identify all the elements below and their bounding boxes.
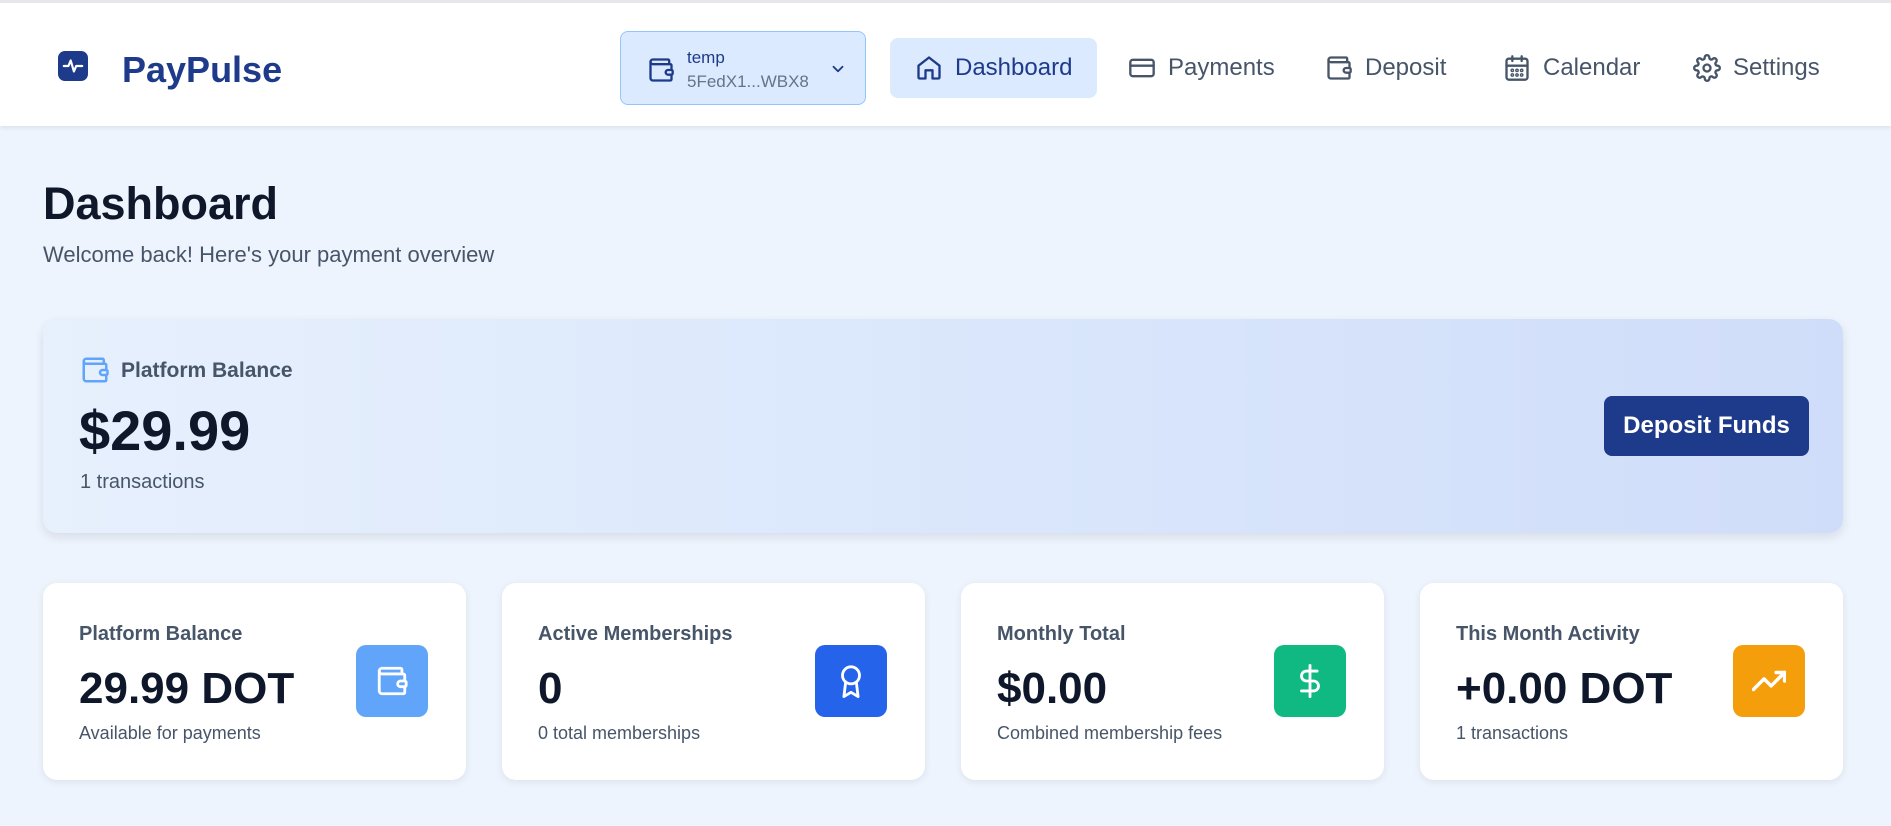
home-icon <box>915 54 955 82</box>
platform-balance-card: Platform Balance $29.99 1 transactions D… <box>43 319 1843 533</box>
chevron-down-icon <box>829 60 847 83</box>
stat-value: 0 <box>538 664 563 713</box>
stat-label: Monthly Total <box>997 623 1126 645</box>
stat-subtext: Combined membership fees <box>997 723 1223 743</box>
wallet-icon <box>1325 54 1365 82</box>
nav-dashboard-label: Dashboard <box>955 54 1073 81</box>
stat-label: Platform Balance <box>79 623 243 645</box>
stat-subtext: Available for payments <box>79 723 261 743</box>
stat-value: $0.00 <box>997 664 1108 713</box>
balance-label: Platform Balance <box>121 359 293 382</box>
nav-calendar[interactable]: Calendar <box>1503 38 1640 98</box>
stat-value: +0.00 DOT <box>1456 664 1673 713</box>
wallet-name: temp <box>687 48 725 67</box>
gear-icon <box>1693 54 1733 82</box>
wallet-selector[interactable]: temp 5FedX1...WBX8 <box>620 31 866 105</box>
nav-settings[interactable]: Settings <box>1693 38 1820 98</box>
calendar-icon <box>1503 54 1543 82</box>
stat-label: This Month Activity <box>1456 623 1640 645</box>
wallet-icon <box>647 56 675 89</box>
pulse-icon <box>58 51 88 81</box>
stat-subtext: 0 total memberships <box>538 723 701 743</box>
brand[interactable]: PayPulse <box>58 49 282 90</box>
top-navigation-bar: PayPulse temp 5FedX1...WBX8 Dashboard Pa… <box>0 0 1891 126</box>
page-title: Dashboard <box>43 178 279 229</box>
nav-calendar-label: Calendar <box>1543 54 1641 81</box>
brand-name: PayPulse <box>122 49 283 90</box>
nav-settings-label: Settings <box>1733 54 1820 81</box>
stat-card-active-memberships: Active Memberships 0 0 total memberships <box>502 583 925 780</box>
nav-payments[interactable]: Payments <box>1128 38 1275 98</box>
page-subtitle: Welcome back! Here's your payment overvi… <box>43 242 495 267</box>
nav-dashboard[interactable]: Dashboard <box>890 38 1098 98</box>
award-icon <box>815 645 887 717</box>
trending-up-icon <box>1733 645 1805 717</box>
wallet-icon <box>80 355 110 390</box>
nav-deposit-label: Deposit <box>1365 54 1447 81</box>
nav-payments-label: Payments <box>1168 54 1275 81</box>
stat-subtext: 1 transactions <box>1456 723 1569 743</box>
credit-card-icon <box>1128 54 1168 82</box>
balance-amount: $29.99 <box>79 399 251 462</box>
balance-transactions: 1 transactions <box>80 471 205 493</box>
wallet-address: 5FedX1...WBX8 <box>687 72 809 91</box>
wallet-icon <box>356 645 428 717</box>
nav-deposit[interactable]: Deposit <box>1325 38 1446 98</box>
stat-card-platform-balance: Platform Balance 29.99 DOT Available for… <box>43 583 466 780</box>
stat-label: Active Memberships <box>538 623 733 645</box>
stat-value: 29.99 DOT <box>79 664 295 713</box>
dollar-icon <box>1274 645 1346 717</box>
deposit-funds-button[interactable]: Deposit Funds <box>1604 396 1809 456</box>
stat-card-monthly-total: Monthly Total $0.00 Combined membership … <box>961 583 1384 780</box>
stat-card-month-activity: This Month Activity +0.00 DOT 1 transact… <box>1420 583 1843 780</box>
